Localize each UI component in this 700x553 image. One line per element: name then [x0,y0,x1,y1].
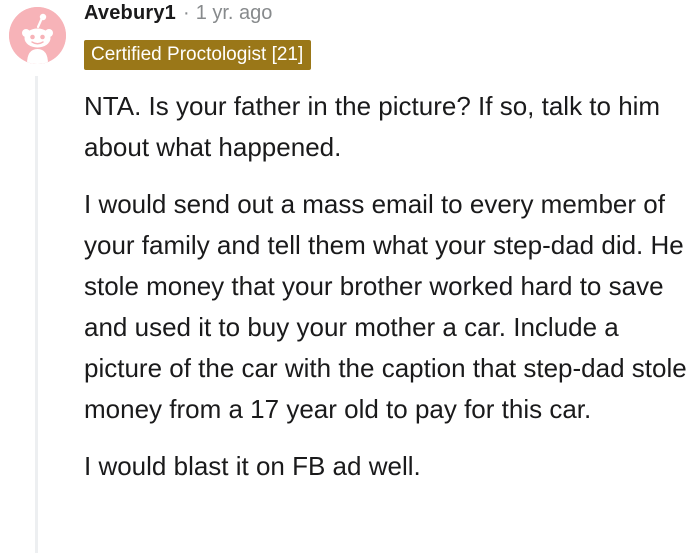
comment-paragraph: NTA. Is your father in the picture? If s… [84,91,661,162]
comment-meta: Avebury1 · 1 yr. ago [84,2,272,32]
author-username[interactable]: Avebury1 [84,2,176,25]
thread-collapse-line[interactable] [35,76,38,553]
avatar[interactable] [9,7,66,64]
comment-paragraph: I would send out a mass email to every m… [84,189,687,424]
comment-age[interactable]: 1 yr. ago [196,2,273,25]
comment: Avebury1 · 1 yr. ago Certified Proctolog… [0,0,700,553]
reddit-snoo-avatar-icon [9,7,66,64]
user-flair: Certified Proctologist [21] [84,40,312,70]
comment-paragraph: I would blast it on FB ad well. [84,451,421,481]
meta-separator: · [183,2,190,24]
comment-body: NTA. Is your father in the picture? If s… [84,86,694,503]
